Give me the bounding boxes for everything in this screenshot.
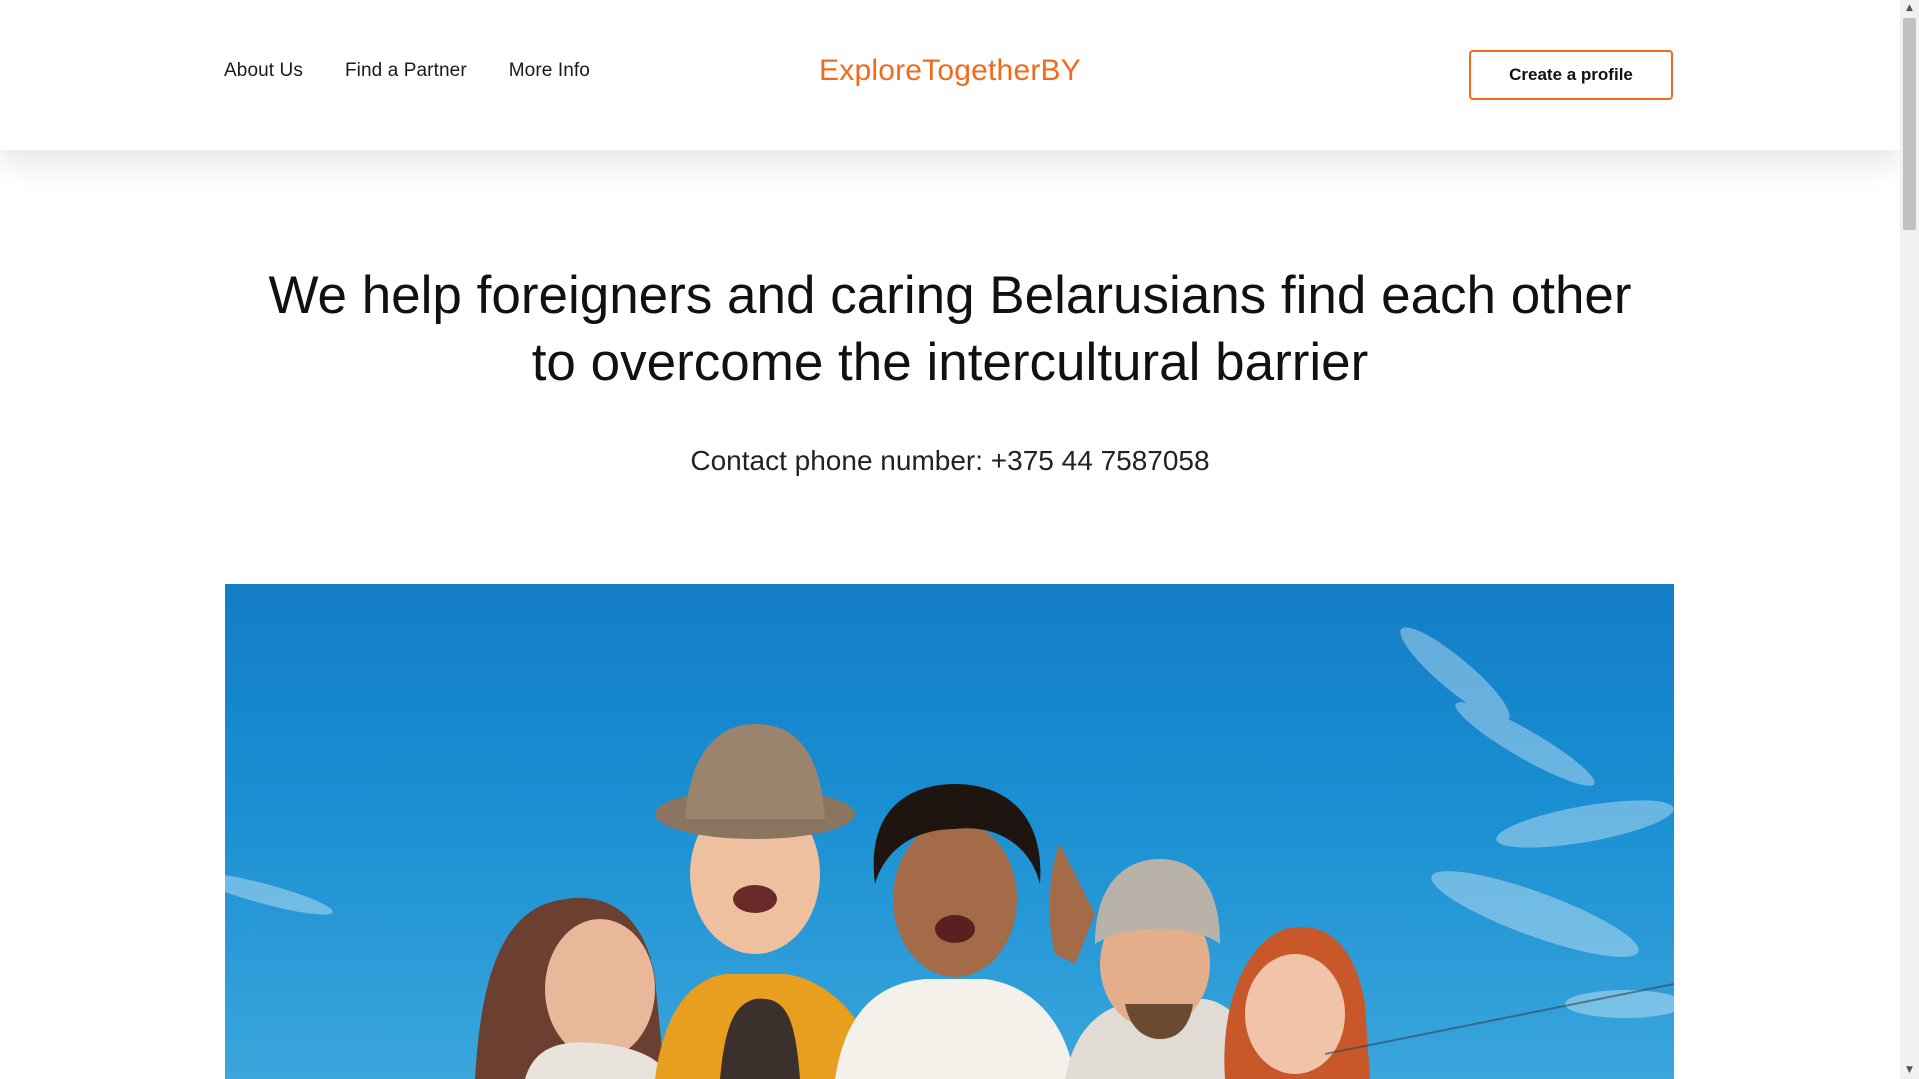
scrollbar-thumb[interactable]	[1903, 18, 1916, 230]
create-profile-button[interactable]: Create a profile	[1469, 50, 1673, 100]
vertical-scrollbar[interactable]: ▲ ▼	[1900, 0, 1919, 1079]
contact-phone: Contact phone number: +375 44 7587058	[690, 445, 1210, 476]
hero-photo	[225, 584, 1674, 1079]
hero-title-line-2: to overcome the intercultural barrier	[531, 333, 1369, 392]
scroll-up-icon[interactable]: ▲	[1900, 0, 1919, 17]
site-header: About Us Find a Partner More Info Explor…	[0, 0, 1900, 150]
hero-title-line-1: We help foreigners and caring Belarusian…	[268, 266, 1632, 325]
scroll-down-icon[interactable]: ▼	[1900, 1062, 1919, 1079]
page: About Us Find a Partner More Info Explor…	[0, 0, 1900, 1079]
group-photo-icon	[225, 627, 1674, 1079]
hero-title: We help foreigners and caring Belarusian…	[230, 262, 1670, 396]
